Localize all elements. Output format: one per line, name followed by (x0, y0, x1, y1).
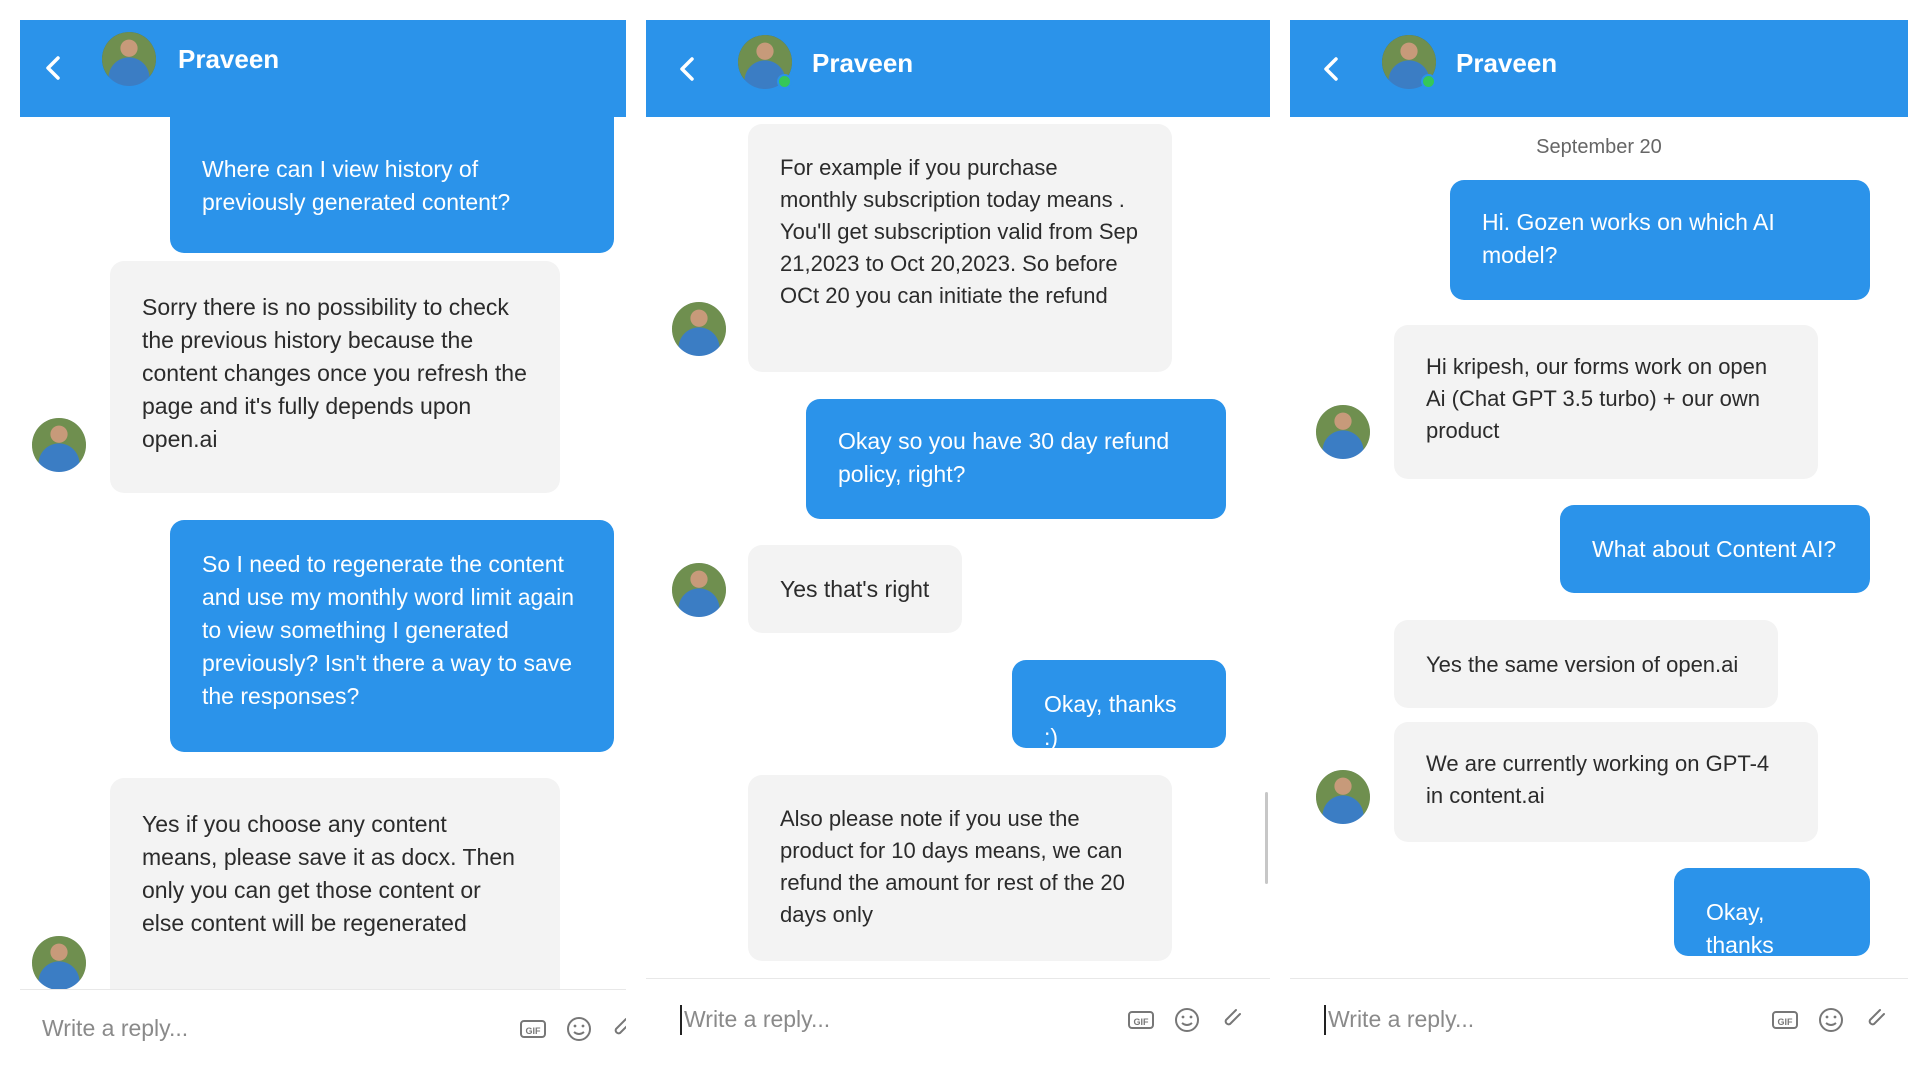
avatar (1316, 405, 1370, 459)
message-bubble-agent: Hi kripesh, our forms work on open Ai (C… (1394, 325, 1818, 479)
paperclip-icon[interactable] (1862, 1005, 1892, 1035)
chat-header: Praveen (20, 20, 626, 117)
composer: GIF (646, 978, 1270, 1065)
composer: GIF (20, 989, 626, 1065)
chat-header: Praveen (1290, 20, 1908, 117)
chat-panel-2: Praveen For example if you purchase mont… (646, 20, 1270, 1065)
contact-name: Praveen (1456, 48, 1558, 78)
chevron-left-icon[interactable] (34, 48, 74, 88)
message-bubble-user: Hi. Gozen works on which AI model? (1450, 180, 1870, 300)
avatar (672, 302, 726, 356)
gif-icon[interactable]: GIF (1770, 1005, 1800, 1035)
message-bubble-user: What about Content AI? (1560, 505, 1870, 593)
message-bubble-agent: Sorry there is no possibility to check t… (110, 261, 560, 493)
message-bubble-agent: We are currently working on GPT-4 in con… (1394, 722, 1818, 842)
chevron-left-icon[interactable] (1312, 49, 1352, 89)
smiley-icon[interactable] (564, 1014, 594, 1044)
avatar (32, 418, 86, 472)
message-bubble-user: Okay, thanks :) (1012, 660, 1226, 750)
chat-header: Praveen (646, 20, 1270, 117)
chevron-left-icon[interactable] (668, 49, 708, 89)
contact-name: Praveen (812, 48, 914, 78)
chat-panel-3: Praveen September 20 Hi. Gozen works on … (1290, 20, 1908, 1065)
scrollbar[interactable] (1265, 792, 1268, 884)
message-bubble-user: Where can I view history of previously g… (170, 117, 614, 253)
avatar (1316, 770, 1370, 824)
online-status-dot (1421, 74, 1436, 89)
reply-input[interactable] (1326, 995, 1750, 1043)
avatar (102, 32, 156, 86)
chat-panel-1: Praveen Where can I view history of prev… (20, 20, 626, 1065)
svg-text:GIF: GIF (1778, 1017, 1794, 1027)
message-bubble-agent: For example if you purchase monthly subs… (748, 124, 1172, 372)
reply-input[interactable] (40, 1004, 464, 1052)
avatar (672, 563, 726, 617)
contact-name: Praveen (178, 44, 280, 74)
reply-input[interactable] (682, 995, 1106, 1043)
message-bubble-agent: Yes that's right (748, 545, 962, 633)
online-status-dot (777, 74, 792, 89)
avatar (32, 936, 86, 990)
message-bubble-user: Okay, thanks (1674, 868, 1870, 958)
gif-icon[interactable]: GIF (1126, 1005, 1156, 1035)
gif-icon[interactable]: GIF (518, 1014, 548, 1044)
composer: GIF (1290, 978, 1908, 1065)
svg-text:GIF: GIF (526, 1026, 542, 1036)
message-bubble-agent: Also please note if you use the product … (748, 775, 1172, 961)
message-bubble-user: So I need to regenerate the content and … (170, 520, 614, 752)
paperclip-icon[interactable] (1218, 1005, 1248, 1035)
message-bubble-agent: Yes the same version of open.ai (1394, 620, 1778, 708)
paperclip-icon[interactable] (608, 1014, 626, 1044)
smiley-icon[interactable] (1172, 1005, 1202, 1035)
smiley-icon[interactable] (1816, 1005, 1846, 1035)
message-bubble-user: Okay so you have 30 day refund policy, r… (806, 399, 1226, 519)
svg-text:GIF: GIF (1134, 1017, 1150, 1027)
date-divider: September 20 (1536, 136, 1662, 158)
